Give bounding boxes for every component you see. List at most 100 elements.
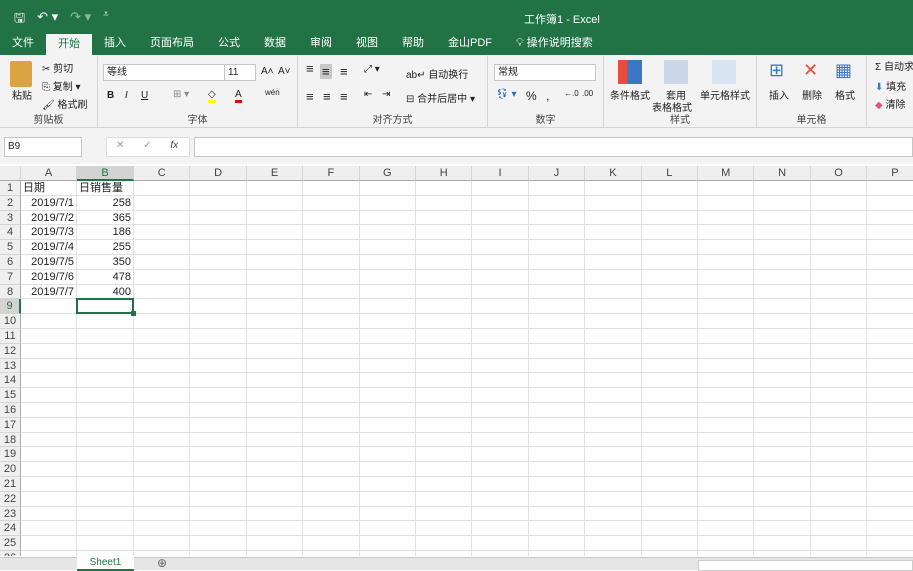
cell-P7[interactable] bbox=[867, 270, 913, 285]
cell-K16[interactable] bbox=[585, 403, 642, 418]
cell-C1[interactable] bbox=[134, 181, 191, 196]
cell-A8[interactable]: 2019/7/7 bbox=[21, 284, 77, 300]
cell-G15[interactable] bbox=[359, 388, 416, 403]
cell-N16[interactable] bbox=[754, 403, 811, 418]
cell-I13[interactable] bbox=[472, 358, 529, 374]
cell-K3[interactable] bbox=[585, 210, 642, 226]
cell-A24[interactable] bbox=[21, 521, 77, 537]
tab-view[interactable]: 视图 bbox=[344, 33, 390, 55]
cell-A12[interactable] bbox=[21, 343, 77, 359]
cell-J12[interactable] bbox=[528, 343, 586, 359]
cell-L20[interactable] bbox=[641, 462, 698, 477]
cell-G7[interactable] bbox=[359, 269, 416, 285]
cell-B1[interactable]: 日销售量 bbox=[77, 181, 134, 196]
cell-A7[interactable]: 2019/7/6 bbox=[21, 269, 77, 285]
cell-F19[interactable] bbox=[303, 447, 360, 463]
cell-D6[interactable] bbox=[190, 255, 247, 270]
cell-C15[interactable] bbox=[134, 388, 191, 403]
bold-button[interactable]: B bbox=[107, 90, 114, 101]
insert-function-button[interactable]: fx bbox=[170, 140, 178, 151]
cell-N21[interactable] bbox=[754, 477, 811, 492]
row-header-9[interactable]: 9 bbox=[0, 299, 21, 315]
cell-L1[interactable] bbox=[641, 181, 698, 196]
cell-I26[interactable] bbox=[472, 551, 529, 556]
cell-L14[interactable] bbox=[641, 373, 698, 389]
cell-B19[interactable] bbox=[77, 447, 134, 463]
cell-A20[interactable] bbox=[21, 462, 77, 477]
row-header-15[interactable]: 15 bbox=[0, 388, 21, 403]
cell-A14[interactable] bbox=[21, 373, 77, 389]
cell-J21[interactable] bbox=[528, 477, 586, 492]
cell-P24[interactable] bbox=[867, 521, 913, 537]
cell-C13[interactable] bbox=[134, 358, 191, 374]
cell-O17[interactable] bbox=[810, 417, 868, 433]
cell-K15[interactable] bbox=[585, 388, 642, 403]
cell-M13[interactable] bbox=[698, 358, 755, 374]
cell-N9[interactable] bbox=[754, 299, 811, 315]
row-header-11[interactable]: 11 bbox=[0, 329, 21, 344]
paste-button[interactable]: 粘贴 bbox=[12, 87, 32, 102]
cell-O24[interactable] bbox=[810, 521, 868, 537]
cell-P20[interactable] bbox=[867, 462, 913, 477]
cell-O15[interactable] bbox=[810, 388, 868, 403]
delete-cells-button[interactable]: 删除 bbox=[802, 87, 822, 102]
cell-P17[interactable] bbox=[867, 418, 913, 433]
cell-C4[interactable] bbox=[134, 225, 191, 241]
format-painter-button[interactable]: 🖌︎ 格式刷 bbox=[42, 96, 87, 111]
cell-P21[interactable] bbox=[867, 477, 913, 492]
cell-I23[interactable] bbox=[472, 506, 529, 522]
cell-G6[interactable] bbox=[359, 255, 416, 270]
cell-A16[interactable] bbox=[21, 403, 77, 418]
cell-K19[interactable] bbox=[585, 447, 642, 463]
font-name-dropdown[interactable]: 等线 bbox=[103, 64, 225, 81]
cell-E20[interactable] bbox=[246, 462, 304, 477]
cell-G16[interactable] bbox=[359, 403, 416, 418]
cell-K23[interactable] bbox=[585, 506, 642, 522]
cell-B8[interactable]: 400 bbox=[77, 284, 134, 300]
cell-H23[interactable] bbox=[416, 506, 473, 522]
cell-B22[interactable] bbox=[77, 491, 134, 507]
cell-M17[interactable] bbox=[698, 417, 755, 433]
cell-B21[interactable] bbox=[77, 477, 134, 492]
cell-L10[interactable] bbox=[641, 314, 698, 329]
save-icon[interactable]: 🖫 bbox=[14, 9, 25, 31]
cell-N4[interactable] bbox=[754, 225, 811, 241]
accounting-format-icon[interactable]: 💱︎ ▾ bbox=[496, 89, 517, 100]
cell-P18[interactable] bbox=[867, 433, 913, 448]
cell-F24[interactable] bbox=[303, 521, 360, 537]
cell-N24[interactable] bbox=[754, 521, 811, 537]
cell-C9[interactable] bbox=[134, 299, 191, 315]
cell-A1[interactable]: 日期 bbox=[21, 181, 77, 196]
cell-G23[interactable] bbox=[359, 506, 416, 522]
cell-L19[interactable] bbox=[641, 447, 698, 463]
underline-button[interactable]: U bbox=[141, 90, 148, 101]
cell-B4[interactable]: 186 bbox=[77, 225, 134, 241]
cell-H24[interactable] bbox=[416, 521, 473, 537]
cell-G20[interactable] bbox=[359, 462, 416, 477]
cell-K6[interactable] bbox=[585, 255, 642, 270]
cell-A3[interactable]: 2019/7/2 bbox=[21, 210, 77, 226]
cell-O19[interactable] bbox=[810, 447, 868, 463]
cell-H16[interactable] bbox=[416, 403, 473, 418]
cell-N8[interactable] bbox=[754, 284, 811, 300]
cell-G26[interactable] bbox=[360, 551, 416, 556]
cell-P3[interactable] bbox=[867, 211, 913, 226]
row-header-26[interactable]: 26 bbox=[0, 551, 21, 556]
cell-J1[interactable] bbox=[528, 181, 586, 196]
autosum-button[interactable]: Σ 自动求 bbox=[875, 58, 913, 73]
cell-G5[interactable] bbox=[359, 240, 416, 255]
horizontal-scrollbar[interactable] bbox=[698, 560, 913, 571]
cell-L7[interactable] bbox=[641, 269, 698, 285]
cell-F6[interactable] bbox=[303, 255, 360, 270]
cell-M2[interactable] bbox=[698, 195, 755, 211]
cell-L16[interactable] bbox=[641, 403, 698, 418]
cell-P11[interactable] bbox=[867, 329, 913, 344]
row-header-18[interactable]: 18 bbox=[0, 432, 21, 448]
delete-cells-icon[interactable]: ✕ bbox=[803, 60, 818, 81]
tab-formulas[interactable]: 公式 bbox=[206, 33, 252, 55]
cell-N1[interactable] bbox=[754, 181, 811, 196]
cell-C5[interactable] bbox=[134, 240, 191, 255]
cell-E12[interactable] bbox=[246, 343, 304, 359]
cell-B2[interactable]: 258 bbox=[77, 195, 134, 211]
cell-J20[interactable] bbox=[528, 462, 586, 477]
